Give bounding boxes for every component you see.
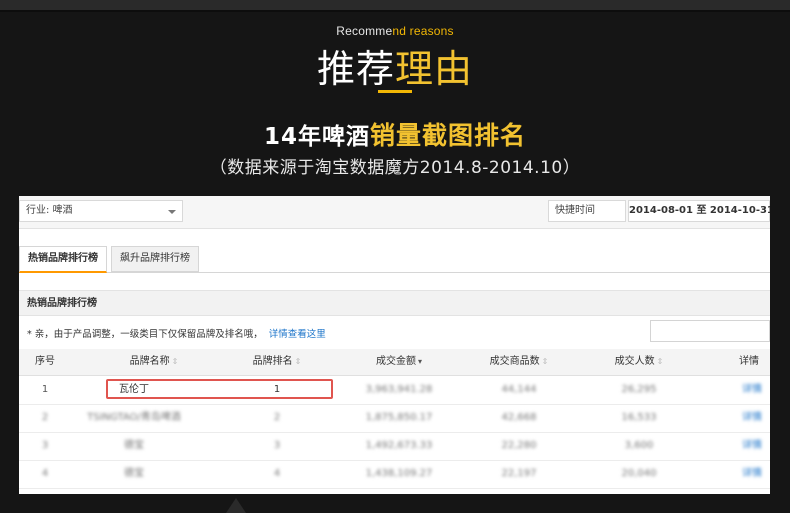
industry-select-value: 行业: 啤酒: [26, 205, 73, 216]
industry-select[interactable]: 行业: 啤酒: [19, 200, 183, 222]
cell-amount: 1,875,850.17: [365, 412, 433, 423]
detail-link[interactable]: 详情: [737, 376, 767, 404]
cell-amount: 1,492,673.33: [365, 440, 433, 451]
tab-rising-brands[interactable]: 飙升品牌排行榜: [111, 246, 199, 272]
detail-link[interactable]: 详情: [737, 432, 767, 460]
col-header-brand[interactable]: 品牌名称 ⇕: [109, 349, 199, 375]
hero-subtitle: Recommend reasons: [0, 24, 790, 38]
headline-highlight: 销量截图排名: [370, 121, 527, 150]
sort-icon: ⇕: [541, 357, 549, 366]
col-header-detail: 详情: [739, 356, 759, 367]
table-row: 2 TSINGTAO/青岛啤酒 2 1,875,850.17 42,668 16…: [19, 404, 770, 433]
table-row: 4 德宝 4 1,438,109.27 22,197 20,040 详情: [19, 460, 770, 489]
tab-bar: 热销品牌排行榜 飙升品牌排行榜: [19, 246, 770, 273]
hero-subtitle-part2: nd reasons: [392, 24, 454, 38]
section-title: 热销品牌排行榜: [19, 290, 770, 316]
hero-title: 推荐理由: [0, 38, 790, 93]
notice: * 亲，由于产品调整，一级类目下仅保留品牌及排名哦， 详情查看这里: [27, 326, 326, 340]
headline: 14年啤酒销量截图排名: [0, 116, 790, 152]
tab-hot-brands[interactable]: 热销品牌排行榜: [19, 246, 107, 273]
filter-bar: 行业: 啤酒 快捷时间 2014-08-01 至 2014-10-31: [19, 196, 770, 229]
hero-underline: [378, 90, 412, 93]
cell-no: 1: [41, 384, 49, 395]
notice-text: * 亲，由于产品调整，一级类目下仅保留品牌及排名哦，: [27, 329, 263, 340]
detail-link[interactable]: 详情: [737, 404, 767, 432]
ranking-screenshot-panel: 行业: 啤酒 快捷时间 2014-08-01 至 2014-10-31 热销品牌…: [19, 196, 770, 494]
sort-desc-icon: ▾: [417, 357, 422, 366]
cell-no: 2: [41, 412, 49, 423]
hero-title-part1: 推荐: [316, 47, 395, 91]
sort-icon: ⇕: [294, 357, 302, 366]
cell-no: 4: [41, 468, 49, 479]
headline-prefix: 14年啤酒: [263, 124, 370, 150]
hero-subtitle-part1: Recomme: [336, 24, 393, 38]
chevron-down-icon: [168, 210, 176, 214]
date-range-field[interactable]: 2014-08-01 至 2014-10-31: [628, 200, 770, 222]
cell-items: 22,280: [501, 440, 537, 451]
cell-items: 44,144: [501, 384, 537, 395]
table-header: 序号 品牌名称 ⇕ 品牌排名 ⇕ 成交金额 ▾ 成交商品数 ⇕ 成交人数 ⇕ 详情: [19, 349, 770, 376]
cell-items: 22,197: [501, 468, 537, 479]
cell-buyers: 26,295: [621, 384, 657, 395]
col-header-amount[interactable]: 成交金额 ▾: [359, 349, 439, 375]
col-header-no: 序号: [35, 356, 55, 367]
notice-link[interactable]: 详情查看这里: [269, 329, 326, 340]
cell-brand: 德宝: [124, 468, 144, 479]
cell-brand: 德宝: [124, 440, 144, 451]
cell-rank: 2: [273, 412, 281, 423]
detail-link[interactable]: 详情: [737, 460, 767, 488]
cell-buyers: 20,040: [621, 468, 657, 479]
cell-brand: TSINGTAO/青岛啤酒: [87, 412, 181, 423]
sort-icon: ⇕: [656, 357, 664, 366]
search-input[interactable]: [650, 320, 770, 342]
cell-rank: 3: [273, 440, 281, 451]
cell-buyers: 16,533: [621, 412, 657, 423]
decorative-triangle: [226, 498, 246, 513]
quick-time-label: 快捷时间: [555, 205, 595, 216]
cell-amount: 3,963,941.28: [365, 384, 433, 395]
table-row: 3 德宝 3 1,492,673.33 22,280 3,600 详情: [19, 432, 770, 461]
cell-rank: 4: [273, 468, 281, 479]
cell-no: 3: [41, 440, 49, 451]
cell-buyers: 3,600: [624, 440, 654, 451]
cell-amount: 1,438,109.27: [365, 468, 433, 479]
source-note: （数据来源于淘宝数据魔方2014.8-2014.10）: [209, 158, 581, 178]
col-header-items[interactable]: 成交商品数 ⇕: [479, 349, 559, 375]
top-divider: [0, 10, 790, 12]
cell-items: 42,668: [501, 412, 537, 423]
col-header-buyers[interactable]: 成交人数 ⇕: [599, 349, 679, 375]
quick-time-select[interactable]: 快捷时间: [548, 200, 639, 222]
top-bar: [0, 0, 790, 10]
col-header-rank[interactable]: 品牌排名 ⇕: [237, 349, 317, 375]
hero-title-part2: 理由: [395, 47, 474, 91]
sort-icon: ⇕: [171, 357, 179, 366]
highlight-box: [106, 379, 333, 399]
